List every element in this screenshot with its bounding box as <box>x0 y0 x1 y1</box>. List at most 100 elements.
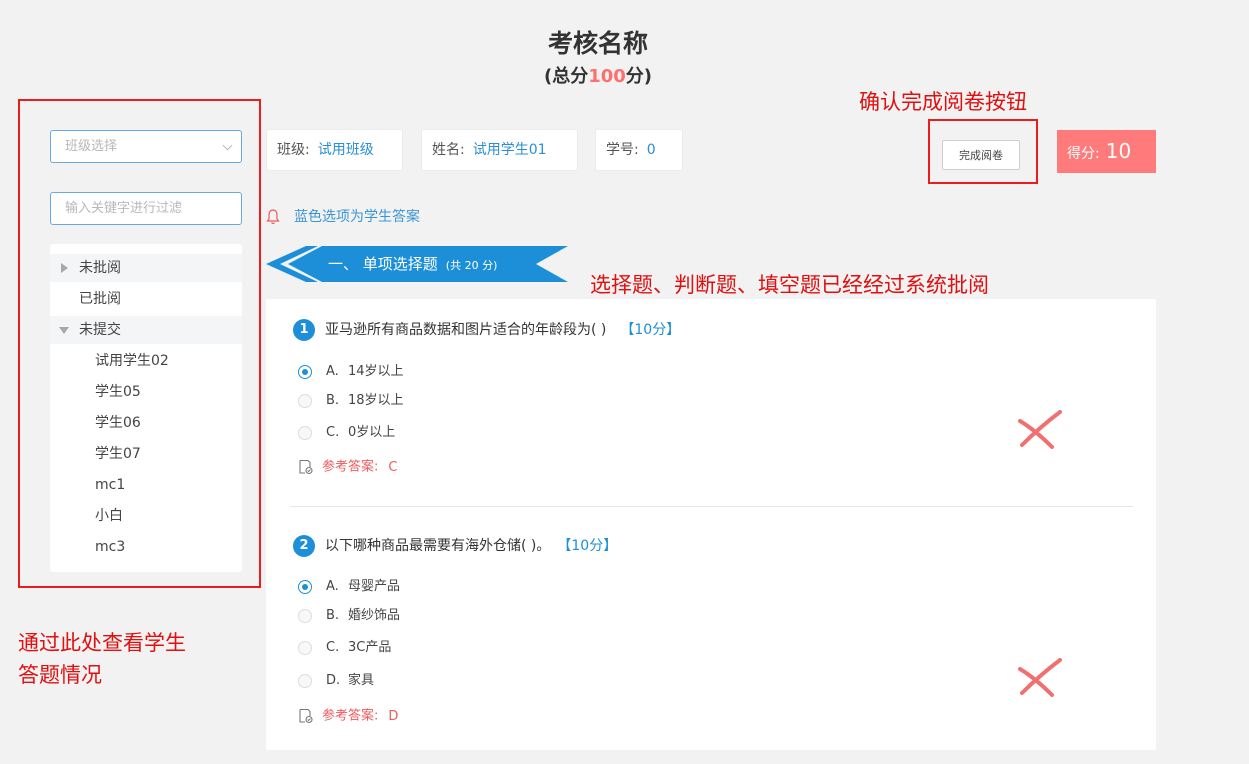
id-value: 0 <box>646 142 656 158</box>
reference-answer: 参考答案: C <box>298 456 397 478</box>
annotation-finish-button: 确认完成阅卷按钮 <box>859 90 1027 114</box>
tree-student-item[interactable]: 学生07 <box>50 440 242 468</box>
caret-down-icon[interactable] <box>59 327 69 334</box>
section-title: 一、 单项选择题 (共 20 分) <box>328 246 497 282</box>
id-label: 学号: <box>606 142 639 158</box>
student-name: 学生07 <box>95 446 141 462</box>
score-display: 得分: 10 <box>1057 130 1156 173</box>
tree-node-label: 未批阅 <box>79 260 121 276</box>
class-info: 班级: 试用班级 <box>266 129 403 171</box>
class-select-placeholder: 班级选择 <box>65 139 118 154</box>
annotation-sidebar-line1: 通过此处查看学生 <box>18 631 186 655</box>
bell-icon <box>266 206 286 228</box>
answer-hint: 蓝色选项为学生答案 <box>266 206 420 228</box>
tree-node-label: 已批阅 <box>79 291 121 307</box>
tree-student-item[interactable]: 学生05 <box>50 378 242 406</box>
wrong-mark-icon <box>1018 658 1062 697</box>
tree-student-item[interactable]: 试用学生02 <box>50 347 242 375</box>
option-letter: A. <box>326 579 339 594</box>
option-text: 0岁以上 <box>348 425 396 440</box>
option-letter: B. <box>326 608 340 623</box>
name-value: 试用学生01 <box>472 142 547 158</box>
score-label: 得分: <box>1067 146 1100 162</box>
option-row[interactable]: C. 0岁以上 <box>298 422 395 444</box>
option-text: 3C产品 <box>348 640 392 655</box>
student-name: 小白 <box>95 508 123 524</box>
tree-node-not-submitted[interactable]: 未提交 <box>50 316 242 344</box>
reference-label: 参考答案: <box>322 708 379 724</box>
answer-doc-icon <box>298 456 316 478</box>
tree-node-label: 未提交 <box>79 322 121 338</box>
chevron-down-icon <box>222 140 233 151</box>
option-letter: A. <box>326 364 339 379</box>
option-row[interactable]: A. 母婴产品 <box>298 576 400 598</box>
section-name: 一、 单项选择题 <box>328 255 438 273</box>
tree-node-not-reviewed[interactable]: 未批阅 <box>50 254 242 282</box>
subtitle-prefix: (总分 <box>543 66 589 87</box>
name-info: 姓名: 试用学生01 <box>421 129 578 171</box>
option-text: 14岁以上 <box>348 364 404 379</box>
radio-unselected[interactable] <box>298 609 312 623</box>
section-points: (共 20 分) <box>445 259 498 272</box>
annotation-sidebar-line2: 答题情况 <box>18 663 102 687</box>
option-row[interactable]: A. 14岁以上 <box>298 361 404 383</box>
caret-right-icon[interactable] <box>61 263 68 273</box>
name-label: 姓名: <box>432 142 465 158</box>
option-letter: C. <box>326 640 340 655</box>
question-text: 以下哪种商品最需要有海外仓储( )。 <box>325 538 551 554</box>
option-row[interactable]: B. 婚纱饰品 <box>298 605 400 627</box>
student-name: 试用学生02 <box>95 353 169 369</box>
option-letter: D. <box>326 673 341 688</box>
answer-doc-icon <box>298 705 316 727</box>
filter-input[interactable] <box>50 192 242 225</box>
reference-label: 参考答案: <box>322 459 379 475</box>
class-value: 试用班级 <box>317 142 374 158</box>
radio-selected[interactable] <box>298 365 312 379</box>
subtitle-score: 100 <box>588 66 626 87</box>
question-header: 2 以下哪种商品最需要有海外仓储( )。 【10分】 <box>293 534 617 558</box>
option-row[interactable]: C. 3C产品 <box>298 637 391 659</box>
wrong-mark-icon <box>1018 410 1062 449</box>
radio-unselected[interactable] <box>298 674 312 688</box>
option-text: 婚纱饰品 <box>348 608 401 623</box>
question-divider <box>290 506 1133 507</box>
question-score: 【10分】 <box>564 538 618 554</box>
tree-student-item[interactable]: 小白 <box>50 502 242 530</box>
tree-student-item[interactable]: 学生06 <box>50 409 242 437</box>
option-letter: C. <box>326 425 340 440</box>
option-text: 家具 <box>348 673 375 688</box>
question-number: 1 <box>293 319 315 341</box>
annotation-auto-graded: 选择题、判断题、填空题已经经过系统批阅 <box>590 273 989 297</box>
total-score-subtitle: (总分100分) <box>0 62 1196 88</box>
class-select[interactable]: 班级选择 <box>50 130 242 163</box>
reference-value: D <box>388 708 399 724</box>
student-name: mc3 <box>95 539 126 555</box>
student-name: 学生05 <box>95 384 141 400</box>
finish-grading-button[interactable]: 完成阅卷 <box>942 140 1020 170</box>
option-text: 母婴产品 <box>348 579 401 594</box>
option-row[interactable]: B. 18岁以上 <box>298 390 404 412</box>
student-name: 学生06 <box>95 415 141 431</box>
question-text: 亚马逊所有商品数据和图片适合的年龄段为( ) <box>325 322 607 338</box>
student-id-info: 学号: 0 <box>595 129 683 171</box>
student-tree: 未批阅 已批阅 未提交 试用学生02 学生05 学生06 学生07 mc1 小白… <box>50 244 242 572</box>
reference-answer: 参考答案: D <box>298 705 398 727</box>
radio-unselected[interactable] <box>298 641 312 655</box>
question-number: 2 <box>293 535 315 557</box>
tree-node-reviewed[interactable]: 已批阅 <box>50 285 242 313</box>
tree-student-item[interactable]: mc1 <box>50 471 242 499</box>
page-title: 考核名称 <box>547 29 648 58</box>
option-row[interactable]: D. 家具 <box>298 670 374 692</box>
option-text: 18岁以上 <box>348 393 404 408</box>
hint-text: 蓝色选项为学生答案 <box>294 209 420 225</box>
subtitle-suffix: 分) <box>625 66 653 87</box>
option-letter: B. <box>326 393 340 408</box>
radio-selected[interactable] <box>298 580 312 594</box>
question-score: 【10分】 <box>620 322 681 338</box>
question-header: 1 亚马逊所有商品数据和图片适合的年龄段为( ) 【10分】 <box>293 318 680 342</box>
tree-student-item[interactable]: mc3 <box>50 533 242 561</box>
radio-unselected[interactable] <box>298 394 312 408</box>
class-label: 班级: <box>277 142 310 158</box>
reference-value: C <box>388 459 398 475</box>
radio-unselected[interactable] <box>298 426 312 440</box>
